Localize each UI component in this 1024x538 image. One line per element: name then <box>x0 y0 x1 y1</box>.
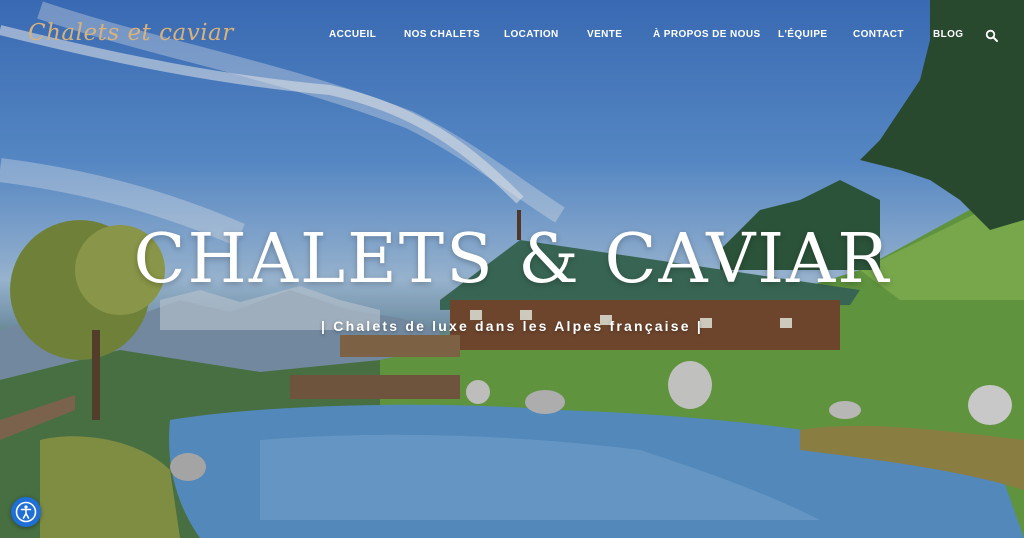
search-icon <box>985 29 998 42</box>
main-nav: ACCUEIL NOS CHALETS LOCATION VENTE À PRO… <box>0 29 1024 45</box>
hero-subtitle: | Chalets de luxe dans les Alpes françai… <box>321 318 703 334</box>
site-header: Chalets et caviar ACCUEIL NOS CHALETS LO… <box>0 0 1024 74</box>
accessibility-icon <box>15 501 37 523</box>
nav-item-nos-chalets[interactable]: NOS CHALETS <box>404 29 480 40</box>
nav-item-equipe[interactable]: L'ÉQUIPE <box>778 29 827 40</box>
nav-item-blog[interactable]: BLOG <box>933 29 964 40</box>
nav-item-accueil[interactable]: ACCUEIL <box>329 29 376 40</box>
nav-item-vente[interactable]: VENTE <box>587 29 622 40</box>
nav-item-a-propos[interactable]: À PROPOS DE NOUS <box>653 29 761 40</box>
search-button[interactable] <box>985 29 999 43</box>
hero-section: Chalets et caviar ACCUEIL NOS CHALETS LO… <box>0 0 1024 538</box>
nav-item-contact[interactable]: CONTACT <box>853 29 904 40</box>
hero-title: CHALETS & CAVIAR <box>133 220 891 299</box>
nav-item-location[interactable]: LOCATION <box>504 29 559 40</box>
accessibility-button[interactable] <box>11 497 41 527</box>
